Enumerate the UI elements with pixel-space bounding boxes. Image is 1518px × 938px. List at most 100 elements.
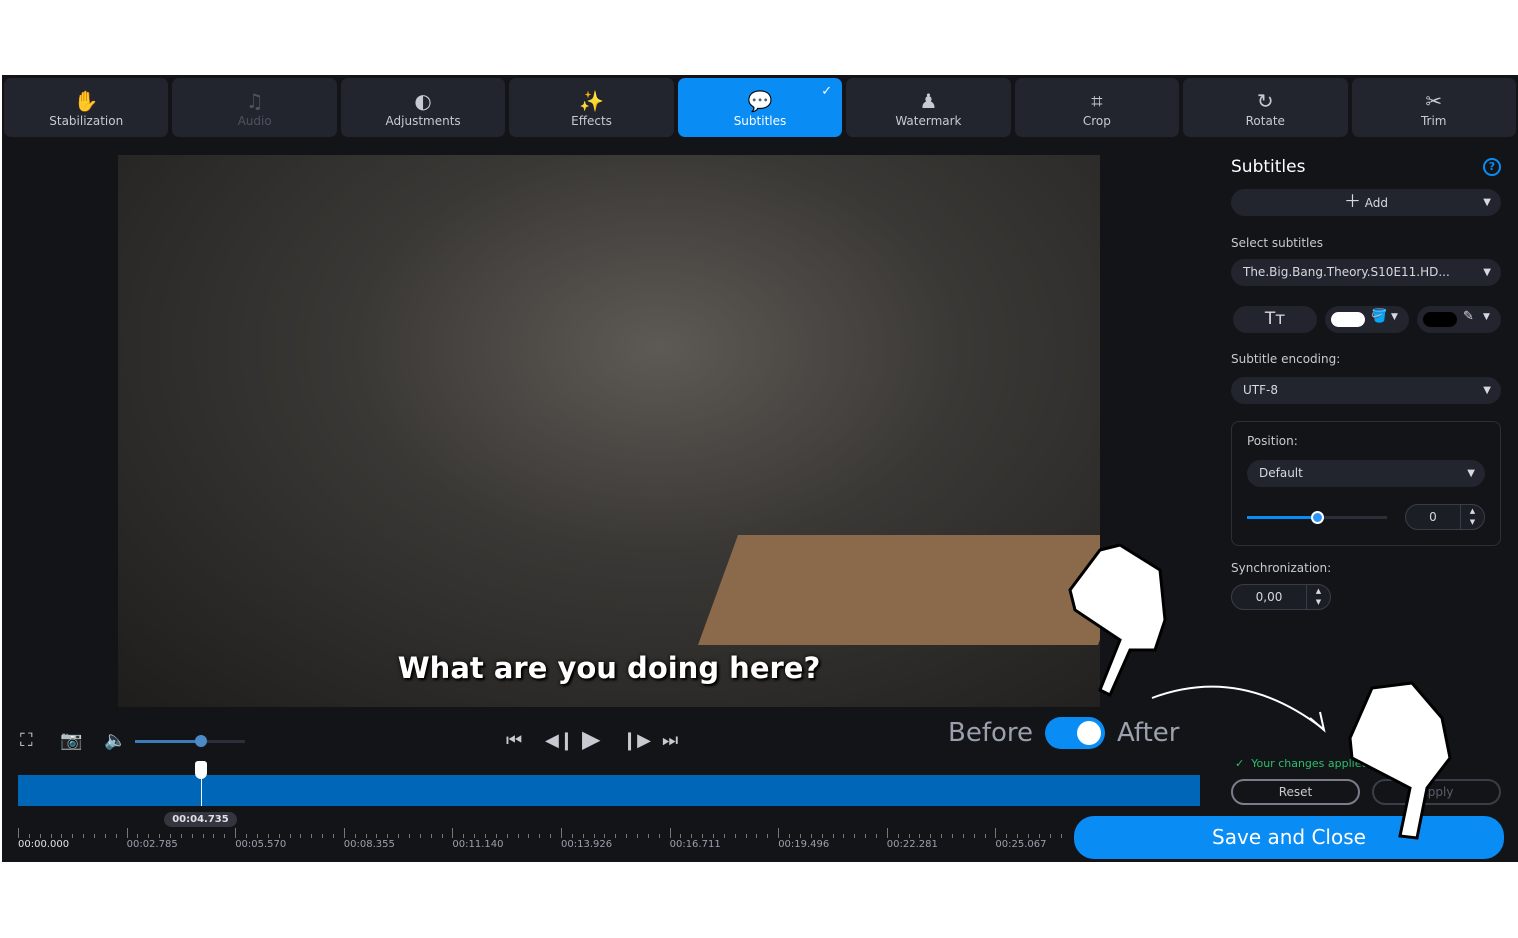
position-offset-value: 0 — [1429, 510, 1437, 524]
skip-to-start-icon[interactable]: ⏮ — [506, 730, 522, 751]
play-icon[interactable]: ▶ — [582, 725, 600, 753]
tab-label: Audio — [237, 113, 272, 128]
timeline-tick — [745, 834, 747, 838]
timeline-tick — [767, 834, 769, 838]
position-slider-handle[interactable] — [1311, 511, 1324, 524]
volume-slider[interactable] — [135, 735, 245, 747]
tab-label: Stabilization — [49, 113, 124, 128]
timeline-tick — [647, 834, 649, 838]
tab-label: Crop — [1082, 113, 1111, 128]
timeline-tick — [1049, 834, 1051, 838]
timeline-tick — [810, 834, 812, 838]
encoding-label: Subtitle encoding: — [1231, 352, 1341, 366]
timeline-tick — [256, 834, 258, 838]
tab-crop[interactable]: ⌗ Crop — [1014, 78, 1180, 137]
encoding-value: UTF-8 — [1243, 383, 1278, 397]
hand-pointer-cursor-icon — [1348, 681, 1452, 840]
timeline-tick-label: 00:22.281 — [886, 839, 938, 850]
help-icon[interactable]: ? — [1483, 158, 1501, 176]
timeline-tick — [1017, 834, 1019, 838]
next-frame-icon[interactable]: ❙▶ — [622, 730, 651, 751]
chevron-down-icon: ▼ — [1483, 197, 1491, 208]
timeline-tick — [571, 834, 573, 838]
tab-stabilization[interactable]: ✋ Stabilization — [4, 78, 169, 137]
sync-spinner[interactable]: 0,00 ▲ ▼ — [1231, 584, 1331, 610]
chevron-down-icon: ▼ — [1483, 312, 1490, 322]
tab-subtitles[interactable]: 💬 Subtitles ✓ — [677, 78, 843, 137]
previous-frame-icon[interactable]: ◀❙ — [545, 730, 574, 751]
sync-label: Synchronization: — [1231, 561, 1332, 575]
timeline-tick-label: 00:02.785 — [126, 839, 178, 850]
text-color-button[interactable]: 🪣 ▼ — [1325, 306, 1409, 333]
timeline-tick — [495, 834, 497, 838]
position-select[interactable]: Default ▼ — [1247, 460, 1485, 487]
tab-label: Trim — [1420, 113, 1447, 128]
timeline-tick — [550, 834, 552, 838]
timeline-tick — [734, 834, 736, 838]
timeline-tick — [778, 828, 780, 838]
timeline-tick — [387, 834, 389, 838]
timeline-tick — [50, 834, 52, 838]
encoding-select[interactable]: UTF-8 ▼ — [1231, 377, 1501, 404]
timeline-tick — [343, 828, 345, 838]
tab-watermark[interactable]: ♟ Watermark — [846, 78, 1011, 137]
timeline-tick — [908, 834, 910, 838]
timeline-tick — [637, 834, 639, 838]
timeline-tick — [235, 828, 237, 838]
before-after-toggle[interactable] — [1045, 717, 1106, 749]
tab-trim[interactable]: ✂ Trim — [1351, 78, 1516, 137]
volume-slider-handle[interactable] — [195, 735, 207, 747]
reset-button[interactable]: Reset — [1231, 779, 1360, 805]
font-size-button[interactable]: Tт — [1233, 306, 1317, 333]
chevron-down-icon: ▼ — [1483, 267, 1491, 278]
timeline-tick — [854, 834, 856, 838]
tool-tabs: ✋ Stabilization ♫ Audio ◐ Adjustments ✨ Effects… — [2, 78, 1518, 137]
timeline-tick — [61, 834, 63, 838]
timeline-tick — [984, 834, 986, 838]
tab-adjustments[interactable]: ◐ Adjustments — [340, 78, 506, 137]
selected-file-value: The.Big.Bang.Theory.S10E11.HD... — [1243, 265, 1450, 279]
timeline-tick — [452, 828, 454, 838]
timeline-tick — [365, 834, 367, 838]
spinner-arrows-icon[interactable]: ▲ ▼ — [1306, 585, 1330, 609]
timeline-tick — [789, 834, 791, 838]
plus-icon: ＋ — [1343, 192, 1361, 212]
position-offset-spinner[interactable]: 0 ▲ ▼ — [1405, 504, 1485, 530]
timeline-tick — [973, 834, 975, 838]
spinner-arrows-icon[interactable]: ▲ ▼ — [1460, 505, 1484, 529]
timeline-tick — [691, 834, 693, 838]
check-icon: ✓ — [821, 84, 833, 99]
timeline-tick-label: 00:19.496 — [778, 839, 830, 850]
adjustments-icon: ◐ — [414, 88, 432, 113]
timeline-tick — [376, 834, 378, 838]
volume-icon[interactable]: 🔈 — [104, 730, 126, 751]
timeline-tick — [875, 834, 877, 838]
timeline-tick — [756, 834, 758, 838]
playhead[interactable] — [195, 761, 208, 806]
timeline-tick — [995, 828, 997, 838]
timeline-tick — [528, 834, 530, 838]
timeline-tick — [962, 834, 964, 838]
timeline-tick — [224, 834, 226, 838]
subtitle-file-select[interactable]: The.Big.Bang.Theory.S10E11.HD... ▼ — [1231, 259, 1501, 286]
rotate-icon: ↻ — [1256, 88, 1274, 113]
timeline-tick — [278, 834, 280, 838]
tab-audio[interactable]: ♫ Audio — [172, 78, 337, 137]
timeline-tick — [126, 828, 128, 838]
check-icon: ✓ — [1235, 757, 1245, 770]
timeline-tick — [1038, 834, 1040, 838]
timeline-track[interactable] — [18, 775, 1200, 806]
snapshot-camera-icon[interactable]: 📷 — [60, 730, 82, 751]
add-subtitles-dropdown[interactable]: ＋ Add ▼ — [1231, 189, 1501, 216]
fullscreen-icon[interactable]: ⛶ — [20, 730, 33, 751]
outline-color-button[interactable]: ✎ ▼ — [1417, 306, 1501, 333]
timeline-tick — [148, 834, 150, 838]
position-slider[interactable] — [1247, 511, 1387, 524]
video-editor-window: ✋ Stabilization ♫ Audio ◐ Adjustments ✨ Effects… — [2, 75, 1518, 862]
timeline-tick — [799, 834, 801, 838]
tab-rotate[interactable]: ↻ Rotate — [1183, 78, 1348, 137]
before-after-compare: Before After — [948, 717, 1179, 749]
skip-to-end-icon[interactable]: ⏭ — [662, 730, 678, 751]
timeline-tick — [930, 834, 932, 838]
tab-effects[interactable]: ✨ Effects — [509, 78, 674, 137]
